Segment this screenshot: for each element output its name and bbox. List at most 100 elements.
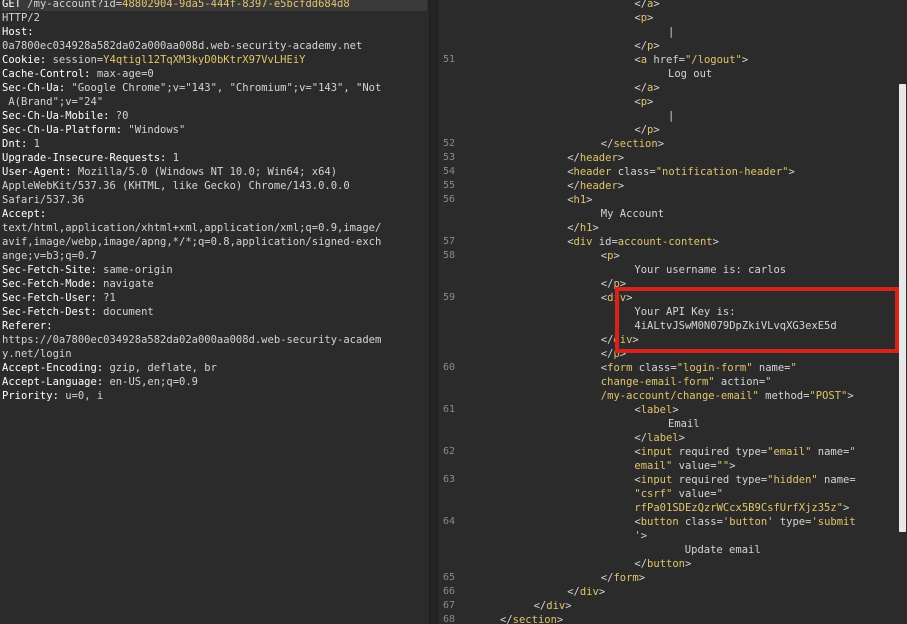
code-line[interactable]: Your username is: carlos	[634, 263, 786, 277]
code-token: My Account	[600, 208, 665, 220]
code-line[interactable]: <p>	[634, 11, 653, 25]
request-header-line[interactable]: avif,image/webp,image/apng,*/*;q=0.8,app…	[2, 235, 381, 249]
code-line[interactable]: <div id=account-content>	[567, 235, 719, 249]
code-line[interactable]: |	[668, 25, 674, 39]
request-header-line[interactable]: Sec-Fetch-Dest: document	[2, 305, 154, 319]
line-number: 62	[442, 446, 455, 457]
code-line[interactable]: <a href="/logout">	[634, 53, 748, 67]
request-pane[interactable]: GET /my-account?id=48802904-9da5-444f-83…	[0, 0, 429, 624]
code-token: /my-account/change-email"	[600, 390, 759, 402]
request-header-line[interactable]: Sec-Fetch-Site: same-origin	[2, 263, 173, 277]
code-line[interactable]: <label>	[634, 403, 678, 417]
code-token: </	[533, 600, 547, 612]
code-line[interactable]: </a>	[634, 0, 659, 11]
code-line[interactable]: '>	[634, 529, 647, 543]
line-number-gutter: 51 52 53 54 55 56 57 58 59 60 61 62 63 64 65 66 67 68	[438, 0, 455, 624]
request-header-line[interactable]: Upgrade-Insecure-Requests: 1	[2, 151, 179, 165]
line-number: 55	[442, 180, 455, 191]
code-line[interactable]: Log out	[668, 67, 712, 81]
request-header-line[interactable]: text/html,application/xhtml+xml,applicat…	[2, 221, 381, 235]
code-line[interactable]: </section>	[601, 137, 664, 151]
code-line[interactable]: </label>	[634, 431, 685, 445]
header-value: Safari/537.36	[2, 194, 85, 206]
request-header-line[interactable]: Accept-Encoding: gzip, deflate, br	[2, 361, 217, 375]
request-header-line[interactable]: Cookie: session=Y4qtigl12TqXM3kyD0bKtrX9…	[2, 53, 305, 67]
header-value: document	[96, 306, 154, 318]
request-header-line[interactable]: Sec-Ch-Ua-Platform: "Windows"	[2, 123, 185, 137]
code-token: </	[634, 40, 648, 52]
header-value: 1	[166, 152, 180, 164]
code-line[interactable]: |	[668, 109, 674, 123]
code-line[interactable]: </p>	[634, 39, 659, 53]
code-line[interactable]: /my-account/change-email" method="POST">	[601, 389, 854, 403]
request-header-line[interactable]: Priority: u=0, i	[2, 389, 103, 403]
code-token: </	[634, 124, 648, 136]
code-line[interactable]: </a>	[634, 81, 659, 95]
code-token: class=	[611, 166, 656, 178]
code-line[interactable]: </div>	[567, 585, 605, 599]
code-line[interactable]: change-email-form" action="	[601, 375, 772, 389]
code-token: Update email	[684, 544, 761, 556]
request-header-line[interactable]: Host:	[2, 25, 34, 39]
code-line[interactable]: Update email	[685, 543, 761, 557]
line-number: 54	[442, 166, 455, 177]
header-value: "Google Chrome";v="143", "Chromium";v="1…	[65, 82, 382, 94]
code-line[interactable]: <h1>	[567, 193, 592, 207]
code-line[interactable]: <button class='button' type='submit	[634, 515, 855, 529]
code-line[interactable]: My Account	[601, 207, 664, 221]
code-line[interactable]: </h1>	[567, 221, 599, 235]
code-token: >	[586, 194, 593, 206]
code-token: "login-form"	[676, 362, 753, 374]
api-key-highlight-box	[615, 287, 899, 353]
request-header-line[interactable]: Sec-Ch-Ua-Mobile: ?0	[2, 109, 128, 123]
code-line[interactable]: <header class="notification-header">	[567, 165, 795, 179]
code-token: >	[565, 600, 572, 612]
code-line[interactable]: </header>	[567, 179, 624, 193]
code-token: method=	[758, 390, 810, 402]
code-line[interactable]: rfPa01SDEzQzrWCcx5B9CsfUrfXjz35z">	[634, 501, 849, 515]
request-header-line[interactable]: ange;v=b3;q=0.7	[2, 249, 97, 263]
pane-divider[interactable]	[429, 0, 438, 624]
request-header-line[interactable]: Accept-Language: en-US,en;q=0.9	[2, 375, 198, 389]
code-token: Email	[668, 418, 700, 430]
code-line[interactable]: email" value="">	[634, 459, 735, 473]
request-header-line[interactable]: Sec-Fetch-Mode: navigate	[2, 277, 154, 291]
code-line[interactable]: </form>	[601, 571, 645, 585]
code-line[interactable]: </header>	[567, 151, 624, 165]
header-value: 0a7800ec034928a582da02a000aa008d.web-sec…	[2, 40, 363, 52]
request-line[interactable]: GET /my-account?id=48802904-9da5-444f-83…	[2, 0, 427, 11]
request-header-line[interactable]: User-Agent: Mozilla/5.0 (Windows NT 10.0…	[2, 165, 337, 179]
code-token: name=	[752, 362, 791, 374]
code-token: value=	[672, 488, 717, 500]
code-token: |	[668, 26, 675, 38]
code-line[interactable]: </p>	[634, 123, 659, 137]
request-header-line[interactable]: AppleWebKit/537.36 (KHTML, like Gecko) C…	[2, 179, 350, 193]
request-header-line[interactable]: y.net/login	[2, 347, 72, 361]
request-header-line[interactable]: Safari/537.36	[2, 193, 84, 207]
code-line[interactable]: </div>	[534, 599, 572, 613]
code-line[interactable]: <p>	[601, 249, 620, 263]
code-token: >	[741, 54, 749, 66]
response-scrollbar[interactable]	[898, 0, 907, 624]
code-line[interactable]: <input required type="email" name="	[634, 445, 855, 459]
code-line[interactable]: <input required type="hidden" name=	[634, 473, 855, 487]
code-line[interactable]: Email	[668, 417, 700, 431]
code-line[interactable]: </section>	[500, 613, 563, 624]
request-header-line[interactable]: https://0a7800ec034928a582da02a000aa008d…	[2, 333, 381, 347]
header-name: Accept:	[2, 208, 47, 220]
request-header-line[interactable]: Dnt: 1	[2, 137, 40, 151]
code-line[interactable]: <form class="login-form" name="	[601, 361, 797, 375]
code-line[interactable]: <p>	[634, 95, 653, 109]
request-header-line[interactable]: Cache-Control: max-age=0	[2, 67, 154, 81]
header-value: text/html,application/xhtml+xml,applicat…	[2, 222, 382, 234]
request-header-line[interactable]: Sec-Ch-Ua: "Google Chrome";v="143", "Chr…	[2, 81, 381, 95]
request-path: /my-account?id=	[27, 0, 123, 10]
request-header-line[interactable]: 0a7800ec034928a582da02a000aa008d.web-sec…	[2, 39, 362, 53]
request-header-line[interactable]: Accept:	[2, 207, 46, 221]
request-header-line[interactable]: A(Brand";v="24"	[2, 95, 103, 109]
scrollbar-thumb[interactable]	[899, 84, 906, 532]
request-header-line[interactable]: Referer:	[2, 319, 53, 333]
code-line[interactable]: </button>	[634, 557, 691, 571]
code-line[interactable]: "csrf" value="	[634, 487, 723, 501]
request-header-line[interactable]: Sec-Fetch-User: ?1	[2, 291, 116, 305]
